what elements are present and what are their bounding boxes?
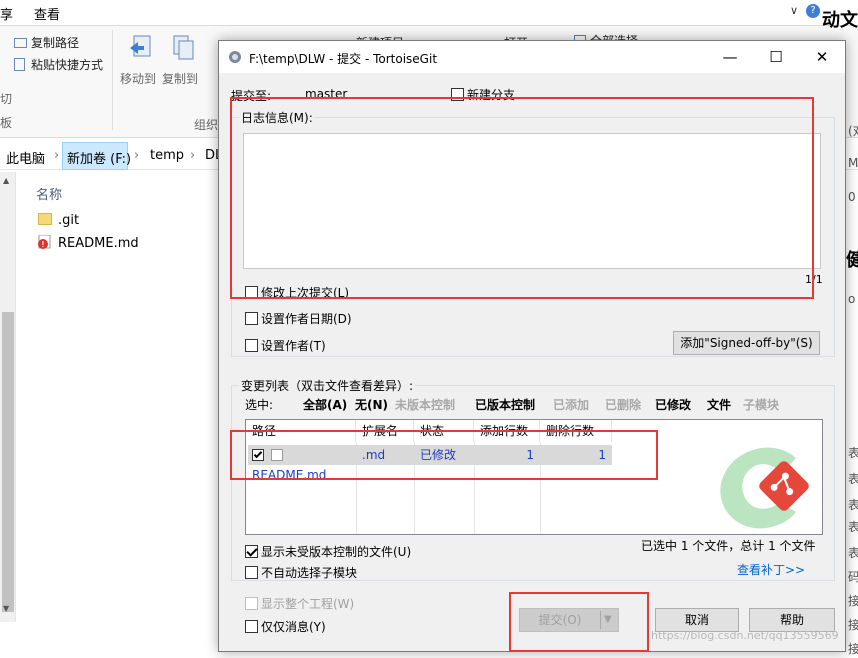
watermark-text: https://blog.csdn.net/qq13559569 — [651, 629, 839, 642]
set-author-checkbox[interactable]: 设置作者(T) — [245, 337, 326, 354]
changes-label: 变更列表（双击文件查看差异）: — [239, 377, 416, 394]
copy-path-icon — [14, 38, 27, 48]
right-strip-text-1: (对 — [848, 124, 858, 138]
breadcrumb-drive[interactable]: 新加卷 (F:) — [67, 148, 131, 167]
breadcrumb-temp[interactable]: temp — [150, 148, 184, 163]
group-organize-label: 组织 — [194, 118, 219, 132]
view-patch-link[interactable]: 查看补丁>> — [737, 561, 805, 578]
tab-view[interactable]: 查看 — [34, 4, 60, 23]
tortoisegit-logo-watermark — [700, 440, 820, 534]
right-strip-text-0: 动文 — [822, 10, 858, 31]
minimize-button[interactable]: — — [707, 41, 753, 73]
selection-summary: 已选中 1 个文件，总计 1 个文件 — [641, 539, 816, 553]
help-icon[interactable]: ? — [806, 4, 820, 18]
filter-none[interactable]: 无(N) — [355, 396, 388, 413]
right-strip-text-4: 健 — [846, 250, 858, 271]
breadcrumb-this-pc[interactable]: 此电脑 — [6, 148, 45, 167]
show-unversioned-checkbox-box[interactable] — [245, 545, 258, 558]
ribbon-collapse-icon[interactable]: ∨ — [790, 4, 798, 17]
filter-unversioned[interactable]: 未版本控制 — [395, 396, 455, 413]
show-unversioned-checkbox[interactable]: 显示未受版本控制的文件(U) — [245, 543, 411, 560]
breadcrumb-separator-1: › — [54, 148, 60, 163]
show-whole-project-checkbox[interactable]: 显示整个工程(W) — [245, 595, 354, 612]
no-auto-submodule-checkbox-box[interactable] — [245, 566, 258, 579]
paste-shortcut-button[interactable]: 粘贴快捷方式 — [14, 56, 103, 73]
breadcrumb-separator-2: › — [134, 148, 140, 163]
breadcrumb-separator-3: › — [190, 148, 196, 163]
copy-to-icon — [170, 34, 196, 64]
set-author-date-checkbox-box[interactable] — [245, 312, 258, 325]
copy-to-button[interactable]: 复制到 — [162, 70, 198, 87]
folder-icon — [38, 213, 52, 225]
right-strip-text-13: 接 — [848, 618, 858, 632]
scroll-up-icon[interactable]: ▲ — [3, 176, 9, 185]
ribbon-tabs: 享 查看 — [0, 0, 858, 26]
annotation-box-file-row — [230, 430, 658, 480]
right-strip-text-11: 码 — [848, 570, 858, 584]
message-only-checkbox-box[interactable] — [245, 620, 258, 633]
annotation-box-log-message — [230, 97, 814, 299]
maximize-button[interactable]: ☐ — [753, 41, 799, 73]
scroll-down-icon[interactable]: ▼ — [3, 604, 9, 613]
message-only-checkbox[interactable]: 仅仅消息(Y) — [245, 618, 326, 635]
show-whole-project-checkbox-box[interactable] — [245, 597, 258, 610]
svg-text:!: ! — [42, 240, 45, 249]
filter-all[interactable]: 全部(A) — [303, 396, 347, 413]
ribbon-left-clip-1: 切 — [0, 92, 13, 106]
file-row-readme[interactable]: ! README.md — [38, 234, 139, 251]
filter-modified[interactable]: 已修改 — [655, 396, 691, 413]
filter-added[interactable]: 已添加 — [553, 396, 589, 413]
file-row-git[interactable]: .git — [38, 213, 79, 228]
right-strip-text-5: o — [848, 292, 856, 306]
right-strip-text-10: 表 — [848, 546, 858, 560]
tortoisegit-icon — [228, 50, 242, 67]
modified-file-icon: ! — [38, 234, 52, 249]
ribbon-left-clip-2: 板 — [0, 116, 13, 130]
copy-path-button[interactable]: 复制路径 — [14, 34, 79, 51]
filter-deleted[interactable]: 已删除 — [605, 396, 641, 413]
signed-off-by-button[interactable]: 添加"Signed-off-by"(S) — [673, 331, 820, 355]
ribbon-divider — [112, 30, 113, 130]
select-label: 选中: — [245, 398, 274, 412]
set-author-checkbox-box[interactable] — [245, 339, 258, 352]
right-strip-text-7: 表 — [848, 472, 858, 486]
scrollbar-thumb[interactable] — [2, 312, 14, 612]
close-button[interactable]: ✕ — [799, 41, 845, 73]
tab-share[interactable]: 享 — [0, 4, 13, 23]
move-to-button[interactable]: 移动到 — [120, 70, 156, 87]
right-strip-text-8: 表 — [848, 498, 858, 512]
move-to-icon — [128, 34, 154, 64]
filter-submodules[interactable]: 子模块 — [743, 396, 779, 413]
right-strip-text-6: 表 — [848, 446, 858, 460]
right-strip-text-9: 表 — [848, 520, 858, 534]
right-strip-text-2: M — [848, 156, 858, 170]
right-strip-text-12: 接 — [848, 594, 858, 608]
filter-versioned[interactable]: 已版本控制 — [475, 396, 535, 413]
column-header-name[interactable]: 名称 — [36, 184, 62, 203]
right-strip-text-14: 接 — [848, 642, 858, 656]
dialog-title: F:\temp\DLW - 提交 - TortoiseGit — [249, 52, 438, 66]
paste-shortcut-icon — [14, 58, 25, 71]
right-strip-text-3: 0 — [848, 190, 856, 204]
set-author-date-checkbox[interactable]: 设置作者日期(D) — [245, 310, 352, 327]
filter-files[interactable]: 文件 — [707, 396, 731, 413]
navigation-pane-scrollbar[interactable]: ▲ ▼ — [0, 172, 16, 622]
annotation-box-commit — [509, 592, 649, 652]
dialog-titlebar[interactable]: F:\temp\DLW - 提交 - TortoiseGit — ☐ ✕ — [219, 41, 845, 73]
no-auto-submodule-checkbox[interactable]: 不自动选择子模块 — [245, 564, 357, 581]
